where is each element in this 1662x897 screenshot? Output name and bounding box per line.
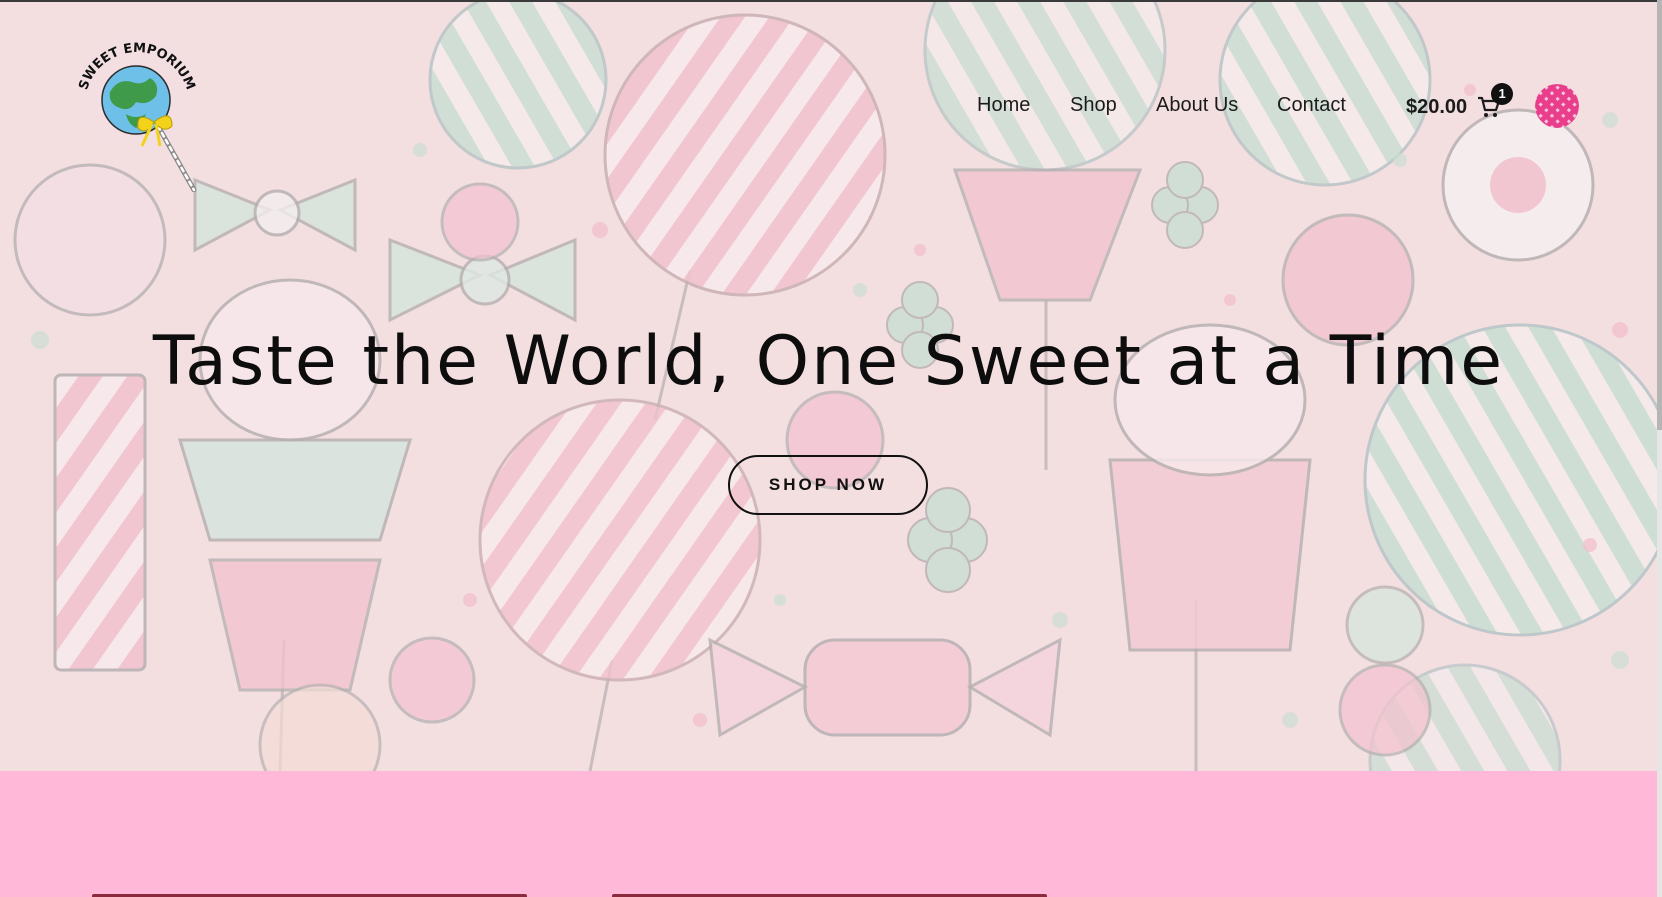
nav-item-contact[interactable]: Contact bbox=[1277, 94, 1346, 117]
hero-section: SWEET EMPORIUM Home Shop About Us Contac… bbox=[0, 0, 1657, 771]
nav-item-about-us[interactable]: About Us bbox=[1156, 94, 1238, 117]
nav-item-home[interactable]: Home bbox=[977, 94, 1030, 117]
cart-total: $20.00 bbox=[1406, 95, 1468, 118]
shop-now-button[interactable]: SHOP NOW bbox=[728, 455, 928, 515]
scrollbar-thumb[interactable] bbox=[1657, 0, 1662, 430]
window-top-border bbox=[0, 0, 1662, 2]
featured-section bbox=[0, 771, 1657, 897]
nav-item-shop[interactable]: Shop bbox=[1070, 94, 1117, 117]
page: SWEET EMPORIUM Home Shop About Us Contac… bbox=[0, 0, 1662, 897]
cart-icon: 1 bbox=[1477, 83, 1514, 119]
hero-title: Taste the World, One Sweet at a Time bbox=[152, 322, 1505, 401]
avatar-icon[interactable] bbox=[1535, 84, 1579, 128]
cart-button[interactable]: $20.00 1 bbox=[1406, 83, 1514, 122]
cart-count-badge: 1 bbox=[1491, 83, 1514, 105]
scrollbar[interactable] bbox=[1657, 0, 1662, 897]
